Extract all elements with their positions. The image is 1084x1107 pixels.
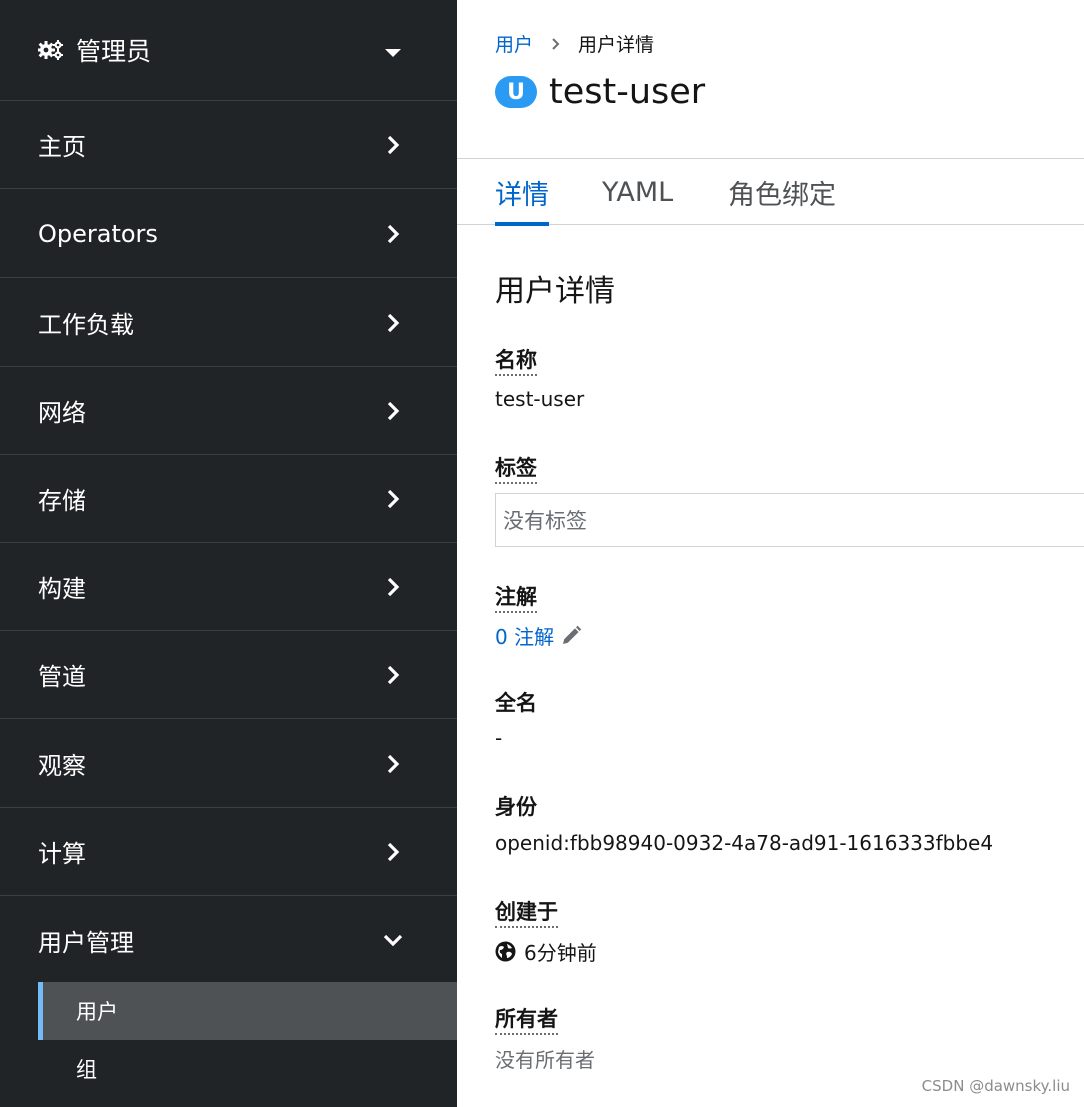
nav-item-label: 工作负载 xyxy=(38,311,134,339)
nav-item-label: 存储 xyxy=(38,487,86,515)
watermark: CSDN @dawnsky.liu xyxy=(921,1077,1070,1095)
sidebar: 管理员 主页 Operators 工作负载 网络 存储 构建 管道 观察 计算 … xyxy=(0,0,457,1107)
tab-role-bindings[interactable]: 角色绑定 xyxy=(728,159,836,225)
nav-item-home[interactable]: 主页 xyxy=(0,101,457,189)
globe-icon xyxy=(495,941,516,962)
resource-badge: U xyxy=(495,76,537,108)
annotations-label[interactable]: 注解 xyxy=(495,585,537,613)
breadcrumb-current: 用户详情 xyxy=(578,34,655,56)
nav-item-label: 构建 xyxy=(38,575,86,603)
nav-item-label: 管道 xyxy=(38,663,86,691)
breadcrumb-users-link[interactable]: 用户 xyxy=(495,30,533,57)
breadcrumb: 用户 用户详情 xyxy=(495,30,654,57)
full-name-label: 全名 xyxy=(495,691,537,715)
owner-value: 没有所有者 xyxy=(495,1048,595,1072)
owner-label[interactable]: 所有者 xyxy=(495,1007,558,1035)
chevron-right-icon xyxy=(387,665,400,685)
pencil-icon xyxy=(563,625,582,644)
chevron-right-icon xyxy=(387,224,400,244)
identity-label: 身份 xyxy=(495,795,537,819)
nav-item-storage[interactable]: 存储 xyxy=(0,455,457,543)
labels-box: 没有标签 xyxy=(495,493,1084,547)
nav-item-operators[interactable]: Operators xyxy=(0,190,457,278)
labels-label[interactable]: 标签 xyxy=(495,456,537,484)
created-timestamp: 6分钟前 xyxy=(495,937,597,966)
full-name-value: - xyxy=(495,726,503,750)
chevron-right-icon xyxy=(387,313,400,333)
labels-value: 没有标签 xyxy=(503,509,587,533)
gears-icon xyxy=(38,40,63,60)
nav-item-label: 网络 xyxy=(38,399,86,427)
nav-item-observe[interactable]: 观察 xyxy=(0,720,457,808)
chevron-right-icon xyxy=(387,401,400,421)
sub-item-groups[interactable]: 组 xyxy=(38,1040,457,1098)
perspective-label: 管理员 xyxy=(76,37,152,66)
created-value: 6分钟前 xyxy=(524,941,597,965)
section-title: 用户详情 xyxy=(495,274,615,309)
nav-item-user-management[interactable]: 用户管理 xyxy=(0,896,457,984)
sub-item-users[interactable]: 用户 xyxy=(38,982,457,1040)
created-label[interactable]: 创建于 xyxy=(495,900,558,928)
tab-yaml[interactable]: YAML xyxy=(602,159,673,225)
nav-item-networking[interactable]: 网络 xyxy=(0,367,457,455)
nav-item-label: 主页 xyxy=(38,133,86,161)
nav-item-label: Operators xyxy=(38,219,158,248)
nav-item-label: 观察 xyxy=(38,752,86,780)
sub-item-label: 用户 xyxy=(76,1000,118,1024)
tab-bar: 详情 YAML 角色绑定 xyxy=(457,158,1084,226)
nav-item-builds[interactable]: 构建 xyxy=(0,543,457,631)
annotations-value: 0 注解 xyxy=(495,625,555,649)
name-value: test-user xyxy=(495,387,585,411)
nav-item-pipelines[interactable]: 管道 xyxy=(0,631,457,719)
chevron-right-icon xyxy=(387,842,400,862)
chevron-down-icon xyxy=(383,934,403,947)
identity-value: openid:fbb98940-0932-4a78-ad91-1616333fb… xyxy=(495,831,994,855)
nav-item-compute[interactable]: 计算 xyxy=(0,808,457,896)
page-title: test-user xyxy=(549,72,706,112)
name-label[interactable]: 名称 xyxy=(495,348,537,376)
nav-item-workloads[interactable]: 工作负载 xyxy=(0,279,457,367)
nav-item-label: 用户管理 xyxy=(38,928,134,957)
chevron-right-icon xyxy=(387,577,400,597)
nav-item-label: 计算 xyxy=(38,840,86,868)
annotations-edit-link[interactable]: 0 注解 xyxy=(495,621,582,650)
main-content: 用户 用户详情 U test-user 详情 YAML 角色绑定 用户详情 名称… xyxy=(457,0,1084,1107)
chevron-right-icon xyxy=(387,489,400,509)
chevron-right-icon xyxy=(552,37,560,50)
tab-details[interactable]: 详情 xyxy=(495,159,549,226)
chevron-right-icon xyxy=(387,754,400,774)
sub-item-label: 组 xyxy=(76,1058,97,1082)
chevron-right-icon xyxy=(387,135,400,155)
perspective-switcher[interactable]: 管理员 xyxy=(0,0,457,101)
caret-down-icon xyxy=(385,49,401,57)
page-header: U test-user xyxy=(495,72,705,112)
